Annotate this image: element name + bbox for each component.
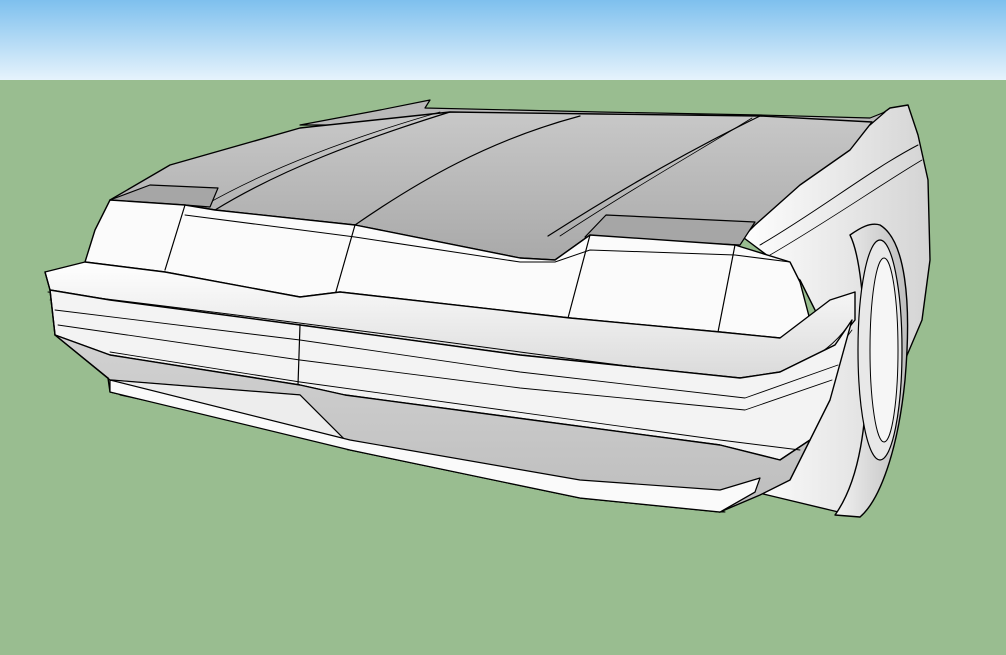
- 3d-viewport[interactable]: [0, 0, 1006, 655]
- model-canvas[interactable]: [0, 0, 1006, 655]
- sky: [0, 0, 1006, 80]
- wheel-rim: [869, 257, 899, 443]
